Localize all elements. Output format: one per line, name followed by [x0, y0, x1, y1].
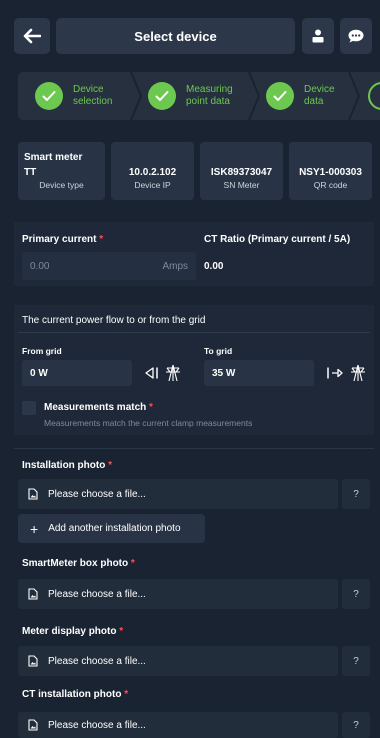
from-grid-label: From grid — [22, 346, 62, 356]
choose-file-text: Please choose a file... — [48, 488, 146, 500]
divider — [18, 332, 370, 333]
ct-ratio-label: CT Ratio (Primary current / 5A) — [204, 234, 351, 245]
smartmeter-box-photo-file-input[interactable]: Please choose a file... — [18, 579, 338, 609]
chevron-divider-icon — [248, 72, 260, 120]
sn-meter-caption: SN Meter — [223, 180, 260, 190]
to-grid-value: 35 W — [204, 360, 314, 386]
from-grid-value: 0 W — [22, 360, 132, 386]
measurements-match-checkbox[interactable] — [22, 401, 36, 415]
qr-code-caption: QR code — [313, 180, 348, 190]
step-device-selection[interactable]: Device selection — [35, 72, 112, 120]
device-ip-card: 10.0.2.102 Device IP — [111, 142, 194, 200]
step-label-line1: Device — [73, 84, 104, 95]
device-type-card: Smart meter TT Device type — [18, 142, 105, 200]
meter-display-photo-file-input[interactable]: Please choose a file... — [18, 646, 338, 676]
power-pylon-icon — [166, 364, 180, 382]
measurements-match-hint: Measurements match the current clamp mea… — [44, 418, 253, 428]
step-label-line1: Measuring — [186, 84, 233, 95]
choose-file-text: Please choose a file... — [48, 588, 146, 600]
device-ip-value: 10.0.2.102 — [128, 167, 177, 178]
back-button[interactable] — [14, 18, 50, 54]
check-icon — [266, 82, 294, 110]
help-button[interactable]: ? — [342, 579, 370, 609]
stepper: Device selection Measuring point data De… — [18, 72, 380, 120]
add-installation-photo-button[interactable]: + Add another installation photo — [18, 514, 205, 543]
bar-arrow-right-icon — [327, 367, 343, 379]
page-title: Select device — [56, 18, 295, 54]
plus-icon: + — [30, 520, 39, 537]
ct-installation-photo-label: CT installation photo * — [22, 689, 129, 700]
ct-ratio-value: 0.00 — [204, 260, 224, 272]
user-button[interactable] — [302, 18, 334, 54]
add-photo-label: Add another installation photo — [48, 523, 181, 534]
chevron-divider-icon — [348, 72, 360, 120]
smartmeter-box-photo-label: SmartMeter box photo * — [22, 558, 135, 569]
file-image-icon — [28, 655, 38, 667]
divider — [14, 448, 374, 449]
installation-photo-label: Installation photo * — [22, 460, 113, 471]
meter-title: Smart meter — [24, 152, 83, 163]
primary-current-input[interactable]: 0.00 Amps — [22, 252, 196, 280]
installation-photo-file-input[interactable]: Please choose a file... — [18, 479, 338, 509]
file-image-icon — [28, 488, 38, 500]
ct-installation-photo-file-input[interactable]: Please choose a file... — [18, 712, 338, 738]
help-button[interactable]: ? — [342, 646, 370, 676]
qr-code-value: NSY1-000303 — [299, 167, 362, 178]
help-button[interactable]: ? — [342, 479, 370, 509]
next-step-circle-icon — [368, 82, 380, 110]
device-type-caption: Device type — [39, 180, 84, 190]
required-mark: * — [149, 402, 153, 413]
sn-meter-value: ISK89373047 — [210, 167, 273, 178]
help-button[interactable]: ? — [342, 712, 370, 738]
chevron-divider-icon — [130, 72, 142, 120]
device-ip-caption: Device IP — [134, 180, 171, 190]
step-label-line2: selection — [73, 96, 113, 107]
required-mark: * — [119, 626, 124, 637]
unit-label: Amps — [162, 260, 188, 272]
power-pylon-icon — [351, 364, 365, 382]
sn-meter-card: ISK89373047 SN Meter — [200, 142, 283, 200]
device-type-value: TT — [24, 167, 37, 178]
choose-file-text: Please choose a file... — [48, 719, 146, 731]
check-icon — [35, 82, 63, 110]
choose-file-text: Please choose a file... — [48, 655, 146, 667]
qr-code-card: NSY1-000303 QR code — [289, 142, 372, 200]
primary-current-placeholder: 0.00 — [30, 260, 50, 272]
file-image-icon — [28, 588, 38, 600]
required-mark: * — [99, 234, 104, 245]
step-device-data[interactable]: Device data — [266, 72, 335, 120]
user-icon — [312, 29, 324, 43]
step-label-line2: point data — [186, 96, 230, 107]
required-mark: * — [130, 558, 135, 569]
primary-current-label: Primary current * — [22, 234, 104, 245]
step-label-line1: Device — [304, 84, 335, 95]
to-grid-label: To grid — [204, 346, 233, 356]
arrow-left-bar-icon — [145, 367, 158, 379]
chat-icon — [348, 29, 364, 43]
required-mark: * — [108, 460, 113, 471]
step-measuring-point[interactable]: Measuring point data — [148, 72, 233, 120]
step-label-line2: data — [304, 96, 324, 107]
chat-button[interactable] — [340, 18, 372, 54]
measurements-match-label: Measurements match * — [44, 402, 153, 413]
meter-display-photo-label: Meter display photo * — [22, 626, 124, 637]
check-icon — [148, 82, 176, 110]
required-mark: * — [124, 689, 129, 700]
file-image-icon — [28, 719, 38, 731]
power-flow-title: The current power flow to or from the gr… — [22, 315, 206, 326]
arrow-left-icon — [23, 28, 41, 44]
